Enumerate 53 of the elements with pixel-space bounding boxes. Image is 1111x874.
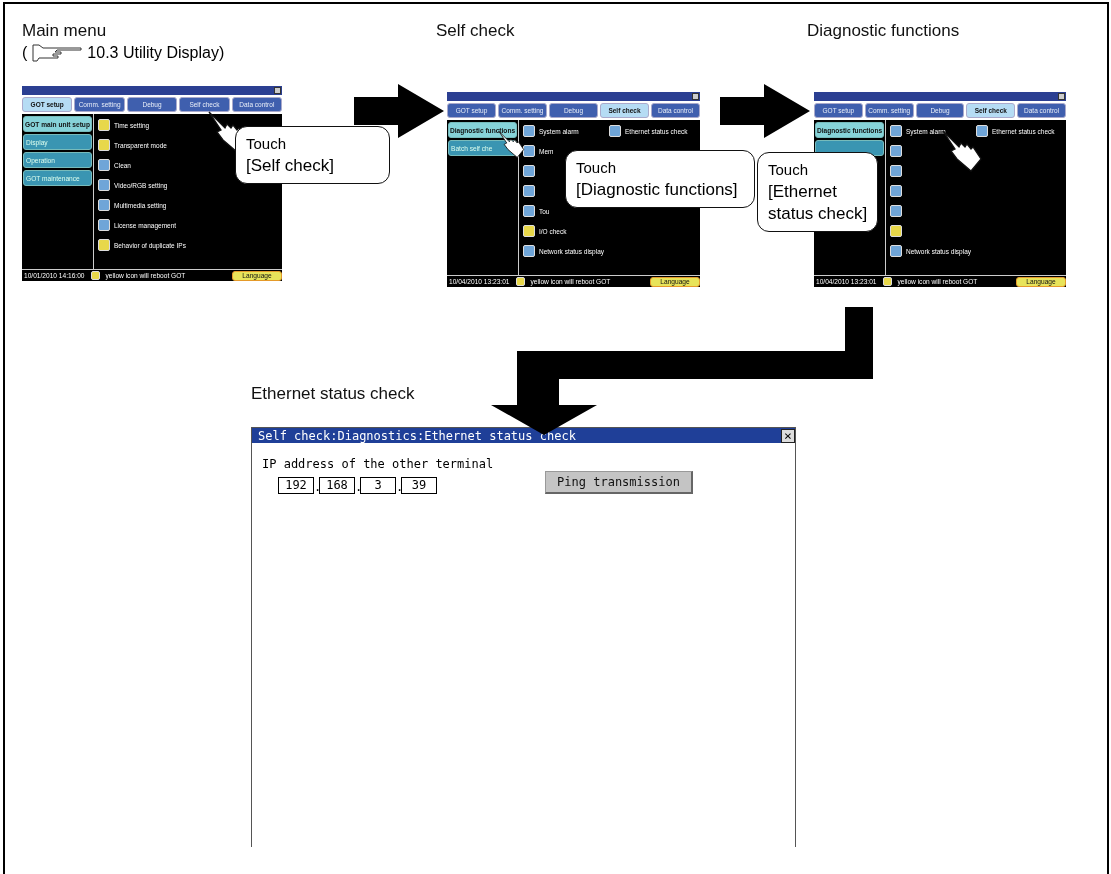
item-icon[interactable] — [890, 165, 902, 177]
callout-text: Touch — [246, 134, 288, 154]
close-icon[interactable] — [1058, 93, 1065, 100]
result-heading: Ethernet status check — [251, 383, 416, 405]
step-heading: Diagnostic functions — [807, 20, 961, 42]
item-icon[interactable] — [98, 159, 110, 171]
item-icon[interactable] — [98, 219, 110, 231]
item-icon[interactable] — [609, 125, 621, 137]
item-icon[interactable] — [523, 145, 535, 157]
item-icon[interactable] — [523, 185, 535, 197]
input-field[interactable]: 192 — [278, 477, 314, 494]
reboot-marker-icon — [515, 277, 525, 286]
item-icon[interactable] — [523, 225, 535, 237]
step-heading: Self check — [436, 20, 516, 42]
item-icon[interactable] — [523, 205, 535, 217]
field-label: IP address of the other terminal — [262, 457, 495, 471]
callout-text: Touch — [768, 160, 810, 180]
dot-separator: . — [396, 480, 401, 494]
close-button[interactable]: × — [781, 428, 795, 443]
reference-link[interactable]: 10.3 Utility Display) — [87, 44, 225, 62]
callout-text: [Ethernet — [768, 181, 838, 203]
input-field[interactable]: 3 — [360, 477, 396, 494]
item-icon[interactable] — [890, 245, 902, 257]
dot-separator: . — [355, 480, 360, 494]
step-heading: Main menu — [22, 20, 108, 42]
item-icon[interactable] — [523, 125, 535, 137]
callout-text: Touch — [576, 158, 618, 178]
callout-text: [Diagnostic functions] — [576, 179, 739, 201]
pointing-hand-icon — [31, 44, 84, 62]
input-field[interactable]: 168 — [319, 477, 355, 494]
reboot-marker-icon — [882, 277, 892, 286]
dot-separator: . — [314, 480, 319, 494]
close-icon[interactable] — [274, 87, 281, 94]
item-icon[interactable] — [98, 139, 110, 151]
item-icon[interactable] — [890, 225, 902, 237]
item-icon[interactable] — [890, 205, 902, 217]
item-icon[interactable] — [98, 239, 110, 251]
item-icon[interactable] — [890, 145, 902, 157]
ping-button[interactable]: Ping transmission — [545, 471, 693, 494]
parenthesis: ( — [22, 44, 28, 62]
item-icon[interactable] — [98, 199, 110, 211]
item-icon[interactable] — [976, 125, 988, 137]
item-icon[interactable] — [98, 179, 110, 191]
callout-text: [Self check] — [246, 155, 335, 177]
close-icon[interactable] — [692, 93, 699, 100]
item-icon[interactable] — [98, 119, 110, 131]
item-icon[interactable] — [890, 185, 902, 197]
item-icon[interactable] — [523, 245, 535, 257]
reboot-marker-icon — [90, 271, 100, 280]
item-icon[interactable] — [523, 165, 535, 177]
callout-text: status check] — [768, 203, 868, 225]
item-icon[interactable] — [890, 125, 902, 137]
input-field[interactable]: 39 — [401, 477, 437, 494]
